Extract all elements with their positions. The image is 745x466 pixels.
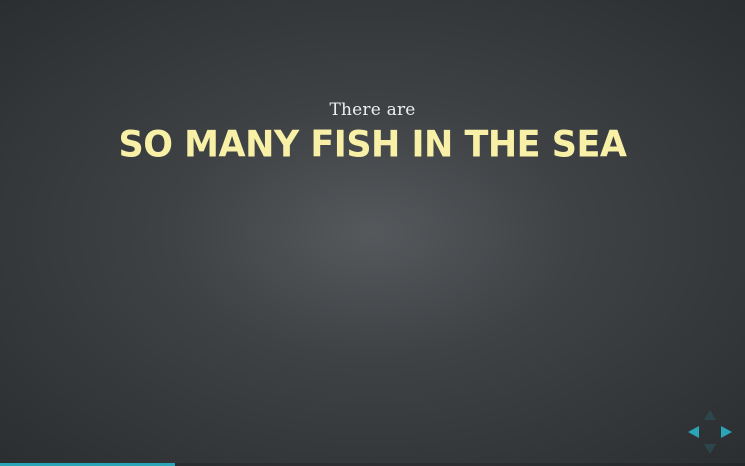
arrow-right-icon[interactable]	[721, 426, 732, 438]
navigation-controls	[688, 410, 732, 454]
presentation-slide: There are SO MANY FISH IN THE SEA	[0, 0, 745, 466]
slide-title: SO MANY FISH IN THE SEA	[118, 124, 627, 166]
arrow-up-icon	[704, 410, 716, 420]
slide-subtitle: There are	[329, 100, 416, 120]
arrow-down-icon	[704, 444, 716, 454]
arrow-left-icon[interactable]	[688, 426, 699, 438]
